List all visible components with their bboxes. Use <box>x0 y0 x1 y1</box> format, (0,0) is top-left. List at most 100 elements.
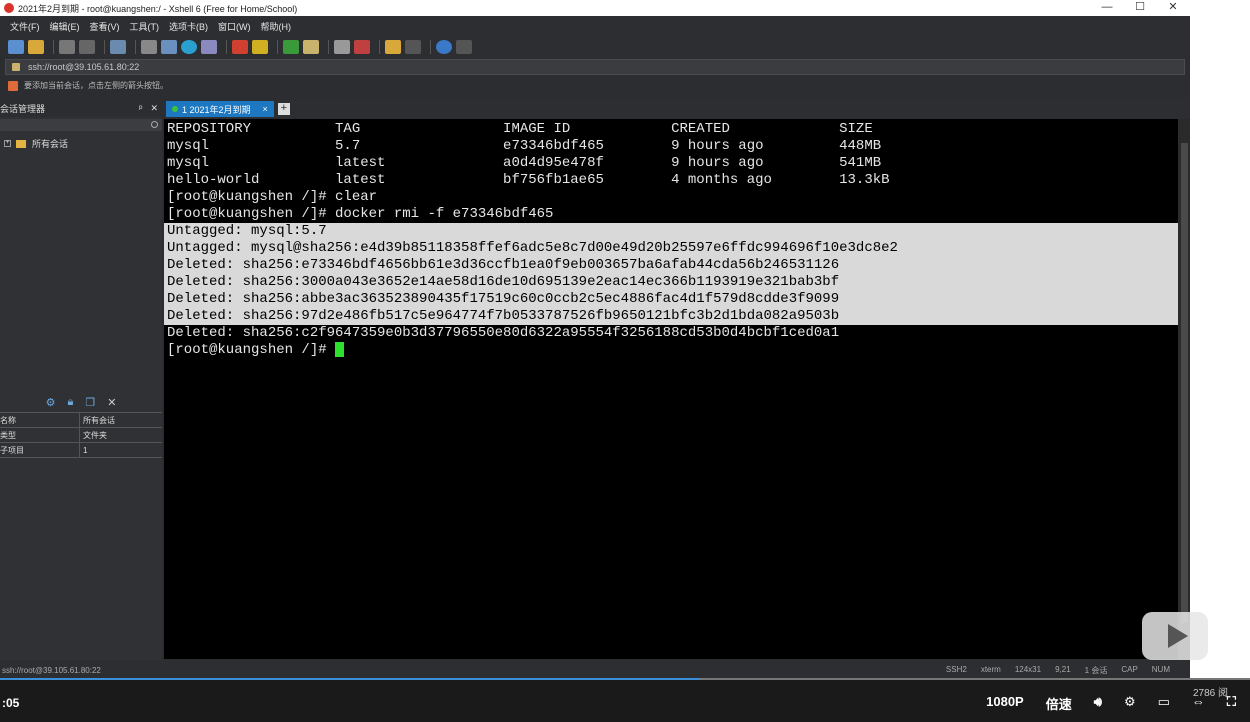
connected-status-icon <box>172 106 178 112</box>
status-size: 124x31 <box>1014 664 1042 674</box>
prop-value: 文件夹 <box>83 430 107 440</box>
terminal-cursor <box>335 342 345 357</box>
find-icon[interactable] <box>141 40 157 54</box>
fullscreen-icon[interactable] <box>283 40 299 54</box>
session-search-input[interactable] <box>0 119 162 131</box>
connect-icon[interactable] <box>59 40 75 54</box>
play-button[interactable] <box>1142 612 1208 660</box>
transfer-icon[interactable] <box>161 40 177 54</box>
view-count: 2786 阅 <box>1192 688 1228 699</box>
settings-icon[interactable]: ⚙ <box>1124 694 1136 713</box>
terminal-line-text: [root@kuangshen /]# <box>167 342 336 359</box>
video-time: :05 <box>2 696 20 710</box>
menu-view[interactable]: 查看(V) <box>90 20 120 33</box>
terminal-line: Deleted: sha256:97d2e486fb517c5e964774f7… <box>164 308 1178 325</box>
add-tab-button[interactable]: + <box>277 103 290 115</box>
menu-bar: 文件(F) 编辑(E) 查看(V) 工具(T) 选项卡(B) 窗口(W) 帮助(… <box>0 16 1190 36</box>
scrollbar-thumb[interactable] <box>1181 143 1188 623</box>
terminal-scrollbar[interactable] <box>1179 119 1190 659</box>
terminal-line: REPOSITORY TAG IMAGE ID CREATED SIZE <box>164 121 1178 138</box>
terminal-line-text: Deleted: sha256:e73346bdf4656bb61e3d36cc… <box>167 257 840 273</box>
title-bar: 2021年2月到期 - root@kuangshen:/ - Xshell 6 … <box>0 0 1190 16</box>
quality-button[interactable]: 1080P <box>986 694 1024 713</box>
properties-icon[interactable] <box>110 40 126 54</box>
maximize-button[interactable]: ☐ <box>1125 0 1155 16</box>
lock-icon[interactable] <box>303 40 319 54</box>
tab-close-icon[interactable]: × <box>263 104 268 114</box>
fullscreen-icon[interactable]: ⛶ <box>1227 694 1236 713</box>
status-cursor: 9,21 <box>1055 664 1071 674</box>
session-hint: 要添加当前会话，点击左侧的箭头按钮。 <box>8 80 168 91</box>
lock-icon[interactable]: 🔒︎ <box>67 396 73 410</box>
status-right: SSH2 xterm 124x31 9,21 1 会话 CAP NUM <box>946 665 1170 676</box>
highlight-icon[interactable] <box>354 40 370 54</box>
menu-file[interactable]: 文件(F) <box>10 20 40 33</box>
tree-item-label: 所有会话 <box>32 139 69 149</box>
terminal-line-text: Untagged: mysql:5.7 <box>167 223 327 239</box>
status-num: NUM <box>1151 664 1170 674</box>
terminal-line: Untagged: mysql:5.7 <box>164 223 1178 240</box>
xshell-window: 2021年2月到期 - root@kuangshen:/ - Xshell 6 … <box>0 0 1190 680</box>
terminal-line-text: Untagged: mysql@sha256:e4d39b85118358ffe… <box>167 240 898 256</box>
prop-value: 所有会话 <box>83 415 115 425</box>
menu-edit[interactable]: 编辑(E) <box>50 20 80 33</box>
terminal-line: Deleted: sha256:3000a043e3652e14ae58d16d… <box>164 274 1178 291</box>
prop-key: 名称 <box>0 413 80 427</box>
terminal-line: [root@kuangshen /]# docker rmi -f e73346… <box>164 206 1178 223</box>
open-folder-icon[interactable] <box>28 40 44 54</box>
close-button[interactable]: ✕ <box>1158 0 1188 16</box>
speed-button[interactable]: 倍速 <box>1046 694 1072 713</box>
menu-help[interactable]: 帮助(H) <box>261 20 292 33</box>
folder-icon <box>16 139 26 148</box>
globe-icon[interactable] <box>181 40 197 54</box>
volume-icon[interactable]: 🔊︎ <box>1094 694 1102 713</box>
help-icon[interactable] <box>436 40 452 54</box>
terminal-line-text: Deleted: sha256:c2f9647359e0b3d37796550e… <box>167 325 840 341</box>
script-icon[interactable] <box>252 40 268 54</box>
tab-bar: 1 2021年2月到期 × + <box>164 100 1190 118</box>
chat-icon[interactable] <box>456 40 472 54</box>
menu-tab[interactable]: 选项卡(B) <box>169 20 208 33</box>
status-cap: CAP <box>1121 664 1138 674</box>
xftp-icon[interactable] <box>232 40 248 54</box>
terminal-line-text: [root@kuangshen /]# docker rmi -f e73346… <box>167 206 554 222</box>
menu-window[interactable]: 窗口(W) <box>218 20 251 33</box>
window-title: 2021年2月到期 - root@kuangshen:/ - Xshell 6 … <box>18 3 298 14</box>
toolbar-divider <box>104 40 105 54</box>
minimize-button[interactable]: — <box>1092 0 1122 16</box>
menu-tools[interactable]: 工具(T) <box>130 20 160 33</box>
expand-icon[interactable]: + <box>4 140 11 147</box>
close-icon[interactable]: ✕ <box>107 396 116 410</box>
keyboard-icon[interactable] <box>334 40 350 54</box>
properties-table: 名称 所有会话 类型 文件夹 子项目 1 <box>0 412 162 458</box>
terminal-line-text: Deleted: sha256:97d2e486fb517c5e964774f7… <box>167 308 840 324</box>
toolbar-divider <box>135 40 136 54</box>
session-manager-header: 会话管理器 ᵖ ✕ <box>0 100 162 117</box>
terminal[interactable]: REPOSITORY TAG IMAGE ID CREATED SIZE mysq… <box>164 119 1178 659</box>
tree-item-all-sessions[interactable]: + 所有会话 <box>0 131 162 150</box>
status-bar: ssh://root@39.105.61.80:22 SSH2 xterm 12… <box>0 660 1190 680</box>
video-controls: :05 1080P 倍速 🔊︎ ⚙ ▭ ⇔ ⛶ <box>0 680 1250 722</box>
pip-icon[interactable]: ▭ <box>1158 694 1170 713</box>
copy-icon[interactable]: ❐ <box>85 396 95 410</box>
toolbar <box>0 36 1190 58</box>
font-icon[interactable] <box>201 40 217 54</box>
table-row: 名称 所有会话 <box>0 413 162 428</box>
status-term: xterm <box>980 664 1001 674</box>
hint-text: 要添加当前会话，点击左侧的箭头按钮。 <box>24 81 168 90</box>
terminal-line-text: [root@kuangshen /]# clear <box>167 189 378 205</box>
new-session-icon[interactable] <box>8 40 24 54</box>
layout-icon[interactable] <box>405 40 421 54</box>
toolbar-divider <box>430 40 431 54</box>
tab-session[interactable]: 1 2021年2月到期 × <box>166 101 274 117</box>
status-sessions: 1 会话 <box>1084 665 1108 675</box>
pin-icon[interactable]: ᵖ <box>139 103 142 114</box>
settings-icon[interactable]: ⚙ <box>46 396 56 410</box>
close-panel-icon[interactable]: ✕ <box>150 103 158 114</box>
terminal-line: Untagged: mysql@sha256:e4d39b85118358ffe… <box>164 240 1178 257</box>
new-tab-icon[interactable] <box>385 40 401 54</box>
tab-label: 1 2021年2月到期 <box>182 104 251 115</box>
address-bar[interactable]: ssh://root@39.105.61.80:22 <box>5 59 1185 75</box>
disconnect-icon[interactable] <box>79 40 95 54</box>
terminal-line: [root@kuangshen /]# clear <box>164 189 1178 206</box>
